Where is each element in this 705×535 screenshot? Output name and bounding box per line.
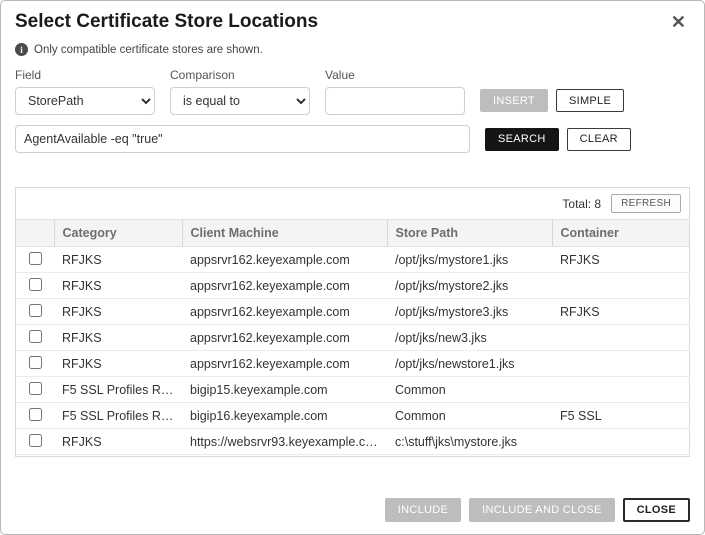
cell-store-path: Common [387,403,552,429]
cell-category: F5 SSL Profiles RE… [54,403,182,429]
cell-category: RFJKS [54,299,182,325]
row-checkbox[interactable] [29,356,42,369]
query-bar: SEARCH CLEAR [1,115,704,153]
table-row[interactable]: F5 SSL Profiles RE… bigip15.keyexample.c… [16,377,689,403]
cell-container: RFJKS [552,247,689,273]
cell-store-path: Common [387,377,552,403]
field-label: Field [15,68,155,82]
row-checkbox[interactable] [29,252,42,265]
cell-client-machine: https://websrvr93.keyexample.com:5986 [182,429,387,455]
cell-store-path: /opt/jks/new3.jks [387,325,552,351]
cell-container: F5 SSL [552,403,689,429]
cell-container [552,273,689,299]
cell-client-machine: appsrvr162.keyexample.com [182,273,387,299]
refresh-button[interactable]: REFRESH [611,194,681,213]
cell-category: F5 SSL Profiles RE… [54,377,182,403]
row-checkbox[interactable] [29,434,42,447]
cell-container [552,351,689,377]
cell-container [552,325,689,351]
row-checkbox[interactable] [29,382,42,395]
modal-footer: INCLUDE INCLUDE AND CLOSE CLOSE [385,498,690,522]
clear-button[interactable]: CLEAR [567,128,631,151]
results-panel: Total: 8 REFRESH Category Client Machine… [15,187,690,457]
comparison-select[interactable]: is equal to [170,87,310,115]
simple-button[interactable]: SIMPLE [556,89,624,112]
select-certificate-store-modal: Select Certificate Store Locations ✕ i O… [0,0,705,535]
cell-category: RFJKS [54,247,182,273]
row-checkbox[interactable] [29,278,42,291]
filter-bar: Field StorePath Comparison is equal to V… [1,58,704,115]
cell-client-machine: appsrvr162.keyexample.com [182,247,387,273]
row-checkbox[interactable] [29,408,42,421]
include-and-close-button[interactable]: INCLUDE AND CLOSE [469,498,614,522]
value-input[interactable] [325,87,465,115]
table-header-row: Category Client Machine Store Path Conta… [16,220,689,247]
close-button[interactable]: CLOSE [623,498,690,522]
cell-category: RFJKS [54,273,182,299]
table-body: RFJKS appsrvr162.keyexample.com /opt/jks… [16,247,689,455]
info-text: Only compatible certificate stores are s… [34,44,263,56]
page-title: Select Certificate Store Locations [15,11,318,33]
cell-store-path: /opt/jks/mystore2.jks [387,273,552,299]
table-row[interactable]: RFJKS appsrvr162.keyexample.com /opt/jks… [16,247,689,273]
cell-client-machine: bigip15.keyexample.com [182,377,387,403]
field-select[interactable]: StorePath [15,87,155,115]
cell-container: RFJKS [552,299,689,325]
search-button[interactable]: SEARCH [485,128,559,151]
table-row[interactable]: RFJKS appsrvr162.keyexample.com /opt/jks… [16,351,689,377]
cell-store-path: c:\stuff\jks\mystore.jks [387,429,552,455]
cell-store-path: /opt/jks/mystore1.jks [387,247,552,273]
cell-container [552,377,689,403]
row-checkbox[interactable] [29,304,42,317]
info-icon: i [15,43,28,56]
row-checkbox[interactable] [29,330,42,343]
table-row[interactable]: RFJKS appsrvr162.keyexample.com /opt/jks… [16,325,689,351]
store-table: Category Client Machine Store Path Conta… [16,219,689,455]
column-header-store-path[interactable]: Store Path [387,220,552,247]
table-row[interactable]: F5 SSL Profiles RE… bigip16.keyexample.c… [16,403,689,429]
table-row[interactable]: RFJKS appsrvr162.keyexample.com /opt/jks… [16,299,689,325]
cell-category: RFJKS [54,429,182,455]
modal-header: Select Certificate Store Locations ✕ [1,1,704,37]
cell-store-path: /opt/jks/mystore3.jks [387,299,552,325]
insert-button[interactable]: INSERT [480,89,548,112]
cell-container [552,429,689,455]
table-toolbar: Total: 8 REFRESH [16,188,689,219]
column-header-category[interactable]: Category [54,220,182,247]
cell-category: RFJKS [54,351,182,377]
table-row[interactable]: RFJKS https://websrvr93.keyexample.com:5… [16,429,689,455]
header-select-column [16,220,54,247]
comparison-label: Comparison [170,68,310,82]
info-banner: i Only compatible certificate stores are… [1,37,704,58]
total-count: Total: 8 [562,197,601,211]
table-row[interactable]: RFJKS appsrvr162.keyexample.com /opt/jks… [16,273,689,299]
cell-category: RFJKS [54,325,182,351]
column-header-container[interactable]: Container [552,220,689,247]
query-input[interactable] [15,125,470,153]
column-header-client-machine[interactable]: Client Machine [182,220,387,247]
close-icon[interactable]: ✕ [667,11,690,33]
cell-store-path: /opt/jks/newstore1.jks [387,351,552,377]
cell-client-machine: appsrvr162.keyexample.com [182,351,387,377]
include-button[interactable]: INCLUDE [385,498,461,522]
cell-client-machine: bigip16.keyexample.com [182,403,387,429]
value-label: Value [325,68,465,82]
cell-client-machine: appsrvr162.keyexample.com [182,325,387,351]
cell-client-machine: appsrvr162.keyexample.com [182,299,387,325]
